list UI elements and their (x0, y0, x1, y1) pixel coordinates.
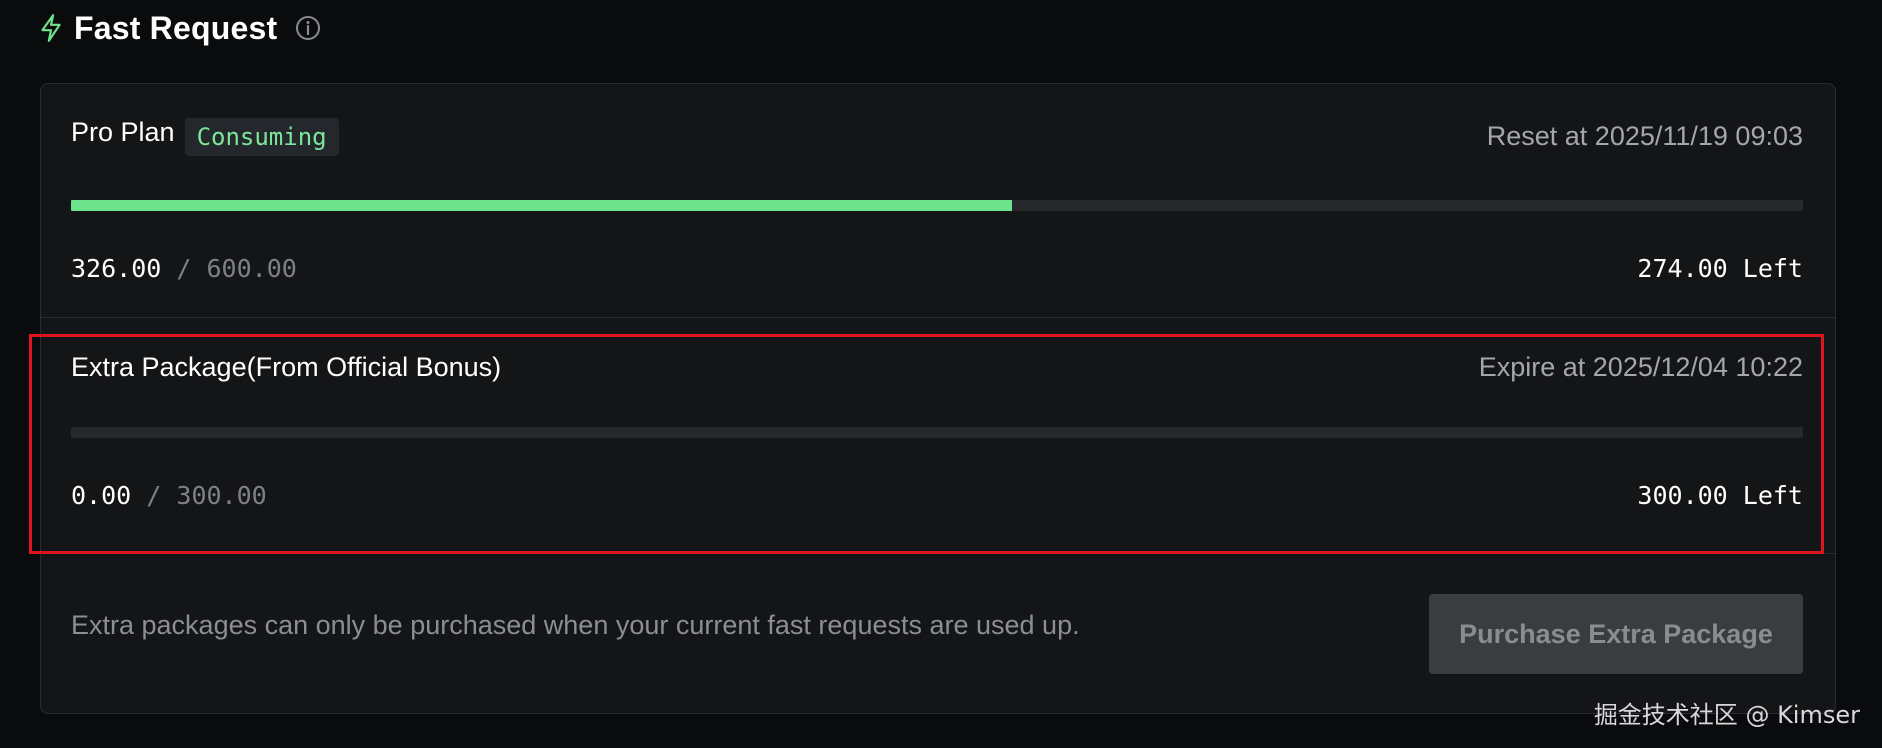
remaining-amount: 300.00 Left (1637, 481, 1803, 510)
page: Fast Request Pro Plan Consuming Reset at … (0, 0, 1882, 748)
extra-package-section: Extra Package(From Official Bonus) Expir… (71, 352, 1803, 510)
fast-request-card: Pro Plan Consuming Reset at 2025/11/19 09… (40, 83, 1836, 714)
reset-date: Reset at 2025/11/19 09:03 (1486, 120, 1803, 151)
info-icon[interactable] (295, 15, 321, 41)
usage-progress-bar (71, 427, 1803, 438)
remaining-amount: 274.00 Left (1637, 253, 1803, 283)
status-badge: Consuming (184, 117, 339, 156)
bolt-icon (38, 13, 64, 43)
plan-name: Pro Plan (71, 117, 175, 147)
pro-plan-section: Pro Plan Consuming Reset at 2025/11/19 09… (71, 117, 1803, 283)
watermark: 掘金技术社区 @ Kimser (1593, 701, 1860, 729)
page-title: Fast Request (74, 9, 278, 46)
divider (41, 553, 1835, 554)
separator: / (146, 481, 162, 510)
expire-date: Expire at 2025/12/04 10:22 (1478, 352, 1803, 382)
total-amount: 600.00 (206, 253, 297, 283)
divider (41, 317, 1835, 318)
section-header: Fast Request (38, 6, 321, 50)
used-amount: 326.00 (71, 253, 162, 283)
separator: / (176, 253, 192, 283)
usage-progress-fill (71, 199, 1012, 211)
purchase-extra-package-button[interactable]: Purchase Extra Package (1429, 594, 1803, 674)
usage-progress-bar (71, 199, 1803, 211)
plan-name: Extra Package(From Official Bonus) (71, 352, 502, 382)
total-amount: 300.00 (176, 481, 267, 510)
purchase-note: Extra packages can only be purchased whe… (71, 610, 1080, 640)
used-amount: 0.00 (71, 481, 132, 510)
